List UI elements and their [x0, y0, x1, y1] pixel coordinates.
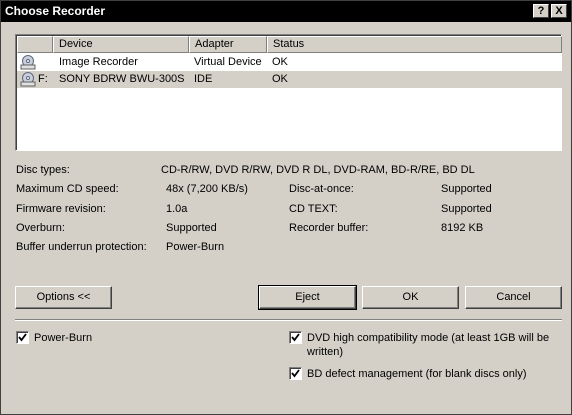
- firmware-value: 1.0a: [166, 203, 188, 215]
- help-button[interactable]: ?: [533, 4, 549, 18]
- firmware-label: Firmware revision:: [16, 203, 106, 215]
- checkmark-icon: [291, 369, 300, 378]
- max-speed-value: 48x (7,200 KB/s): [166, 183, 248, 195]
- power-burn-checkbox[interactable]: [16, 331, 29, 344]
- title-bar[interactable]: Choose Recorder ? X: [1, 1, 571, 22]
- adapter-name: IDE: [194, 73, 213, 85]
- recorder-buffer-label: Recorder buffer:: [289, 222, 369, 234]
- recorder-icon: [20, 55, 36, 70]
- cd-text-label: CD TEXT:: [289, 203, 338, 215]
- device-name: SONY BDRW BWU-300S: [59, 73, 185, 85]
- max-speed-label: Maximum CD speed:: [16, 183, 119, 195]
- options-button[interactable]: Options <<: [15, 286, 112, 309]
- recorder-icon: [20, 72, 36, 87]
- device-status: OK: [272, 56, 288, 68]
- choose-recorder-dialog: Choose Recorder ? X Device Adapter Statu…: [0, 0, 572, 415]
- recorder-list[interactable]: Device Adapter Status Image Recorder Vir…: [15, 34, 562, 151]
- device-status: OK: [272, 73, 288, 85]
- power-burn-label[interactable]: Power-Burn: [34, 331, 92, 345]
- dvd-compat-label-line2[interactable]: written): [307, 345, 343, 359]
- column-header-adapter[interactable]: Adapter: [189, 36, 267, 53]
- overburn-label: Overburn:: [16, 222, 65, 234]
- adapter-name: Virtual Device: [194, 56, 262, 68]
- divider: [15, 319, 562, 321]
- device-name: Image Recorder: [59, 56, 138, 68]
- eject-button[interactable]: Eject: [258, 285, 357, 310]
- column-header-device[interactable]: Device: [53, 36, 189, 53]
- bd-defect-checkbox[interactable]: [289, 367, 302, 380]
- checkmark-icon: [18, 333, 27, 342]
- column-header-icon[interactable]: [17, 36, 53, 53]
- dvd-compat-checkbox[interactable]: [289, 331, 302, 344]
- disc-at-once-value: Supported: [441, 183, 492, 195]
- disc-at-once-label: Disc-at-once:: [289, 183, 354, 195]
- close-button[interactable]: X: [551, 4, 567, 18]
- list-header: Device Adapter Status: [17, 36, 562, 53]
- cd-text-value: Supported: [441, 203, 492, 215]
- column-header-status[interactable]: Status: [267, 36, 562, 53]
- buffer-underrun-label: Buffer underrun protection:: [16, 241, 147, 253]
- disc-types-label: Disc types:: [16, 164, 70, 176]
- dvd-compat-label-line1[interactable]: DVD high compatibility mode (at least 1G…: [307, 331, 549, 345]
- ok-button[interactable]: OK: [362, 286, 459, 309]
- list-row-image-recorder[interactable]: Image Recorder Virtual Device OK: [17, 54, 562, 71]
- window-title: Choose Recorder: [5, 4, 106, 18]
- checkmark-icon: [291, 333, 300, 342]
- drive-letter: F:: [38, 73, 48, 85]
- recorder-buffer-value: 8192 KB: [441, 222, 484, 234]
- cancel-button[interactable]: Cancel: [465, 286, 562, 309]
- disc-types-value: CD-R/RW, DVD R/RW, DVD R DL, DVD-RAM, BD…: [161, 164, 475, 176]
- overburn-value: Supported: [166, 222, 217, 234]
- bd-defect-label[interactable]: BD defect management (for blank discs on…: [307, 367, 527, 381]
- list-row-sony-bdrw[interactable]: F: SONY BDRW BWU-300S IDE OK: [17, 71, 562, 88]
- buffer-underrun-value: Power-Burn: [166, 241, 225, 253]
